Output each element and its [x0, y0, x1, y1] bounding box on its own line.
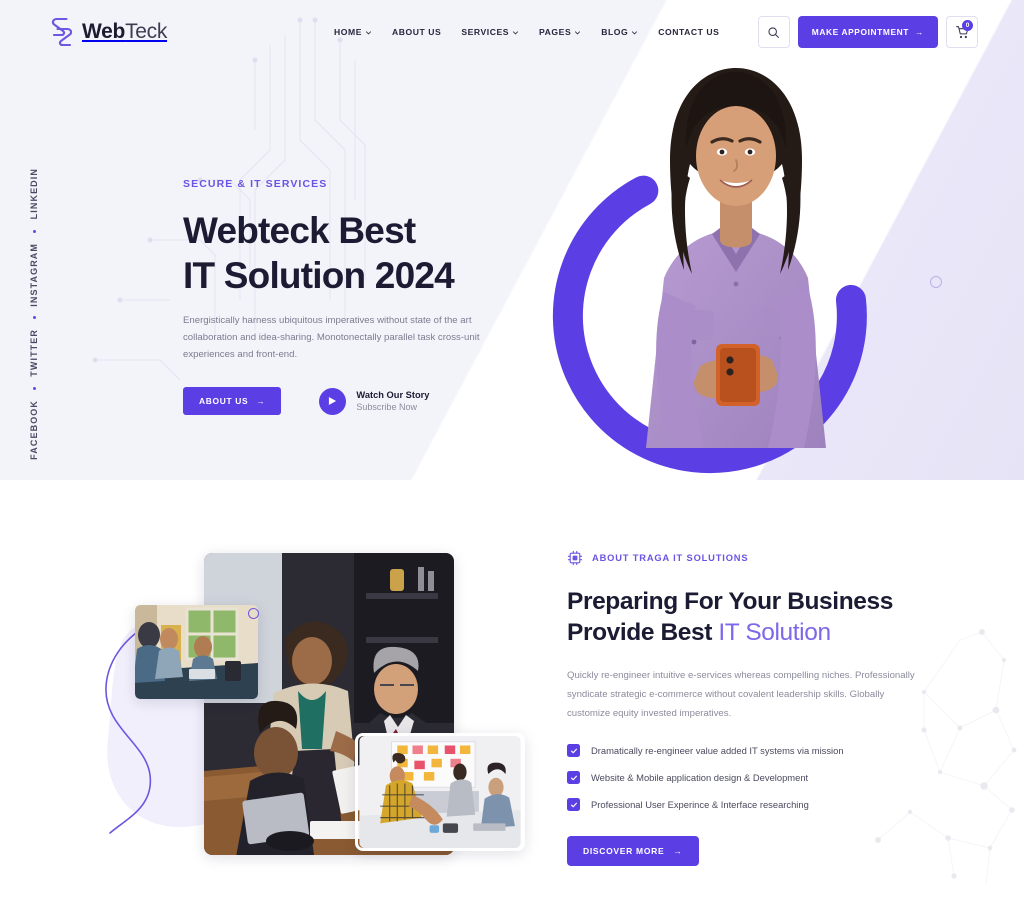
discover-more-label: DISCOVER MORE	[583, 846, 665, 856]
about-section: ABOUT TRAGA IT SOLUTIONS Preparing For Y…	[0, 480, 1024, 911]
check-icon	[567, 771, 580, 784]
webteck-s-logo-icon	[51, 17, 73, 47]
hero-content: SECURE & IT SERVICES Webteck Best IT Sol…	[183, 178, 543, 415]
chevron-down-icon	[366, 30, 372, 34]
checklist-item: Professional User Experince & Interface …	[567, 798, 947, 811]
dot-separator-icon	[32, 316, 36, 320]
social-link-facebook[interactable]: FACEBOOK	[29, 400, 39, 460]
social-link-twitter[interactable]: TWITTER	[29, 329, 39, 377]
watch-story-subtitle: Subscribe Now	[356, 402, 417, 412]
play-icon	[329, 396, 337, 406]
watch-story-title: Watch Our Story	[356, 390, 430, 400]
search-icon	[768, 26, 780, 38]
nav-label: CONTACT US	[658, 27, 720, 37]
checklist-item: Website & Mobile application design & De…	[567, 771, 947, 784]
small-circle-decoration	[930, 276, 942, 288]
hero-photo-woman-with-phone	[646, 68, 826, 448]
logo-text-bold: Web	[82, 20, 126, 43]
watch-story-block[interactable]: Watch Our Story Subscribe Now	[319, 387, 429, 415]
nav-item-about-us[interactable]: ABOUT US	[392, 27, 441, 37]
office-window-small-photo	[135, 605, 258, 699]
social-link-instagram[interactable]: INSTAGRAM	[29, 243, 39, 307]
logo-text: WebTeck	[82, 20, 167, 44]
page-root: WebTeck HOME ABOUT US SERVICES PAGES BLO…	[0, 0, 1024, 911]
check-icon	[567, 744, 580, 757]
nav-label: SERVICES	[461, 27, 510, 37]
about-us-button[interactable]: ABOUT US →	[183, 387, 282, 415]
check-icon	[567, 798, 580, 811]
nav-item-services[interactable]: SERVICES	[461, 27, 519, 37]
search-button[interactable]	[757, 16, 790, 48]
cart-button[interactable]: 0	[946, 16, 978, 48]
nav-item-home[interactable]: HOME	[334, 27, 372, 37]
watch-story-text: Watch Our Story Subscribe Now	[356, 390, 429, 412]
checklist-label: Professional User Experince & Interface …	[591, 799, 809, 810]
cpu-chip-icon	[567, 550, 583, 566]
nav-label: ABOUT US	[392, 27, 442, 37]
hero-paragraph: Energistically harness ubiquitous impera…	[183, 315, 480, 360]
about-title: Preparing For Your Business Provide Best…	[567, 586, 947, 648]
hero-actions: ABOUT US → Watch Our Story Subscribe Now	[183, 387, 543, 415]
about-checklist: Dramatically re-engineer value added IT …	[567, 744, 947, 811]
play-button[interactable]	[319, 387, 347, 415]
about-tagline: ABOUT TRAGA IT SOLUTIONS	[567, 550, 947, 566]
nav-label: HOME	[334, 27, 363, 37]
dot-separator-icon	[32, 229, 36, 233]
chevron-down-icon	[632, 30, 638, 34]
social-link-linkedin[interactable]: LINKEDIN	[29, 168, 39, 219]
small-circle-decoration	[248, 608, 259, 619]
nav-label: BLOG	[601, 27, 629, 37]
about-content: ABOUT TRAGA IT SOLUTIONS Preparing For Y…	[567, 550, 947, 866]
nav-label: PAGES	[539, 27, 572, 37]
about-title-line-2-accent: IT Solution	[718, 619, 831, 646]
logo-text-light: Teck	[125, 20, 168, 43]
checklist-label: Website & Mobile application design & De…	[591, 772, 809, 783]
hero-visual	[540, 48, 970, 480]
hero-section: WebTeck HOME ABOUT US SERVICES PAGES BLO…	[0, 0, 1024, 480]
arrow-right-icon: →	[673, 846, 683, 856]
about-us-label: ABOUT US	[199, 396, 249, 406]
social-links-rail: FACEBOOK TWITTER INSTAGRAM LINKEDIN	[18, 150, 50, 460]
hero-eyebrow: SECURE & IT SERVICES	[183, 178, 328, 190]
chevron-down-icon	[513, 30, 519, 34]
main-navigation: HOME ABOUT US SERVICES PAGES BLOG CONTAC…	[334, 27, 719, 37]
logo[interactable]: WebTeck	[50, 17, 167, 47]
nav-item-blog[interactable]: BLOG	[601, 27, 638, 37]
nav-item-contact-us[interactable]: CONTACT US	[658, 27, 719, 37]
site-header: WebTeck HOME ABOUT US SERVICES PAGES BLO…	[0, 0, 1024, 64]
about-tagline-label: ABOUT TRAGA IT SOLUTIONS	[592, 553, 749, 563]
dot-separator-icon	[32, 387, 36, 391]
make-appointment-button[interactable]: MAKE APPOINTMENT →	[797, 16, 938, 48]
checklist-item: Dramatically re-engineer value added IT …	[567, 744, 947, 757]
cart-count-badge: 0	[962, 20, 973, 31]
arrow-right-icon: →	[915, 27, 924, 37]
header-actions: MAKE APPOINTMENT → 0	[757, 16, 978, 48]
about-image-collage	[100, 545, 530, 865]
arrow-right-icon: →	[256, 396, 266, 406]
nav-item-pages[interactable]: PAGES	[539, 27, 581, 37]
checklist-label: Dramatically re-engineer value added IT …	[591, 745, 844, 756]
about-title-line-2-plain: Provide Best	[567, 619, 719, 646]
discover-more-button[interactable]: DISCOVER MORE →	[567, 836, 699, 866]
about-title-line-1: Preparing For Your Business	[567, 588, 893, 615]
hero-title: Webteck Best IT Solution 2024	[183, 208, 543, 298]
whiteboard-workshop-photo	[355, 733, 525, 851]
hero-title-line-1: Webteck Best	[183, 210, 416, 251]
make-appointment-label: MAKE APPOINTMENT	[811, 27, 910, 37]
chevron-down-icon	[575, 30, 581, 34]
hero-title-line-2: IT Solution 2024	[183, 255, 455, 296]
about-paragraph: Quickly re-engineer intuitive e-services…	[567, 670, 915, 719]
